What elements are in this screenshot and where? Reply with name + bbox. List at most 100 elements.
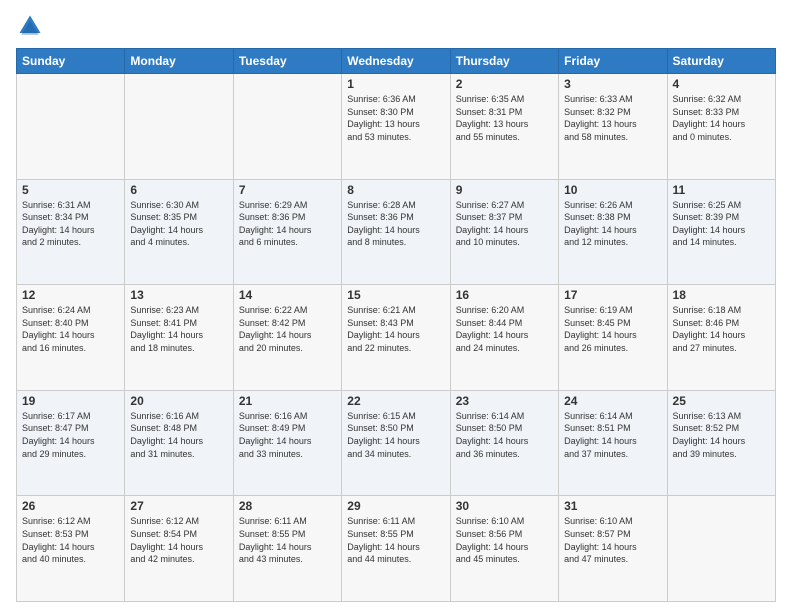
day-number: 1	[347, 77, 444, 91]
day-number: 27	[130, 499, 227, 513]
day-info: Sunrise: 6:19 AM Sunset: 8:45 PM Dayligh…	[564, 304, 661, 354]
day-number: 5	[22, 183, 119, 197]
day-number: 10	[564, 183, 661, 197]
calendar-header-wednesday: Wednesday	[342, 49, 450, 74]
day-info: Sunrise: 6:13 AM Sunset: 8:52 PM Dayligh…	[673, 410, 770, 460]
calendar-header-saturday: Saturday	[667, 49, 775, 74]
calendar-day: 18 Sunrise: 6:18 AM Sunset: 8:46 PM Dayli…	[667, 285, 775, 391]
day-info: Sunrise: 6:27 AM Sunset: 8:37 PM Dayligh…	[456, 199, 553, 249]
calendar-day	[233, 74, 341, 180]
calendar-day: 9 Sunrise: 6:27 AM Sunset: 8:37 PM Daylig…	[450, 179, 558, 285]
calendar-day: 5Sunrise: 6:31 AM Sunset: 8:34 PM Daylig…	[17, 179, 125, 285]
day-number: 25	[673, 394, 770, 408]
calendar-week-row: 5Sunrise: 6:31 AM Sunset: 8:34 PM Daylig…	[17, 179, 776, 285]
calendar-day: 26Sunrise: 6:12 AM Sunset: 8:53 PM Dayli…	[17, 496, 125, 602]
calendar-day: 22 Sunrise: 6:15 AM Sunset: 8:50 PM Dayli…	[342, 390, 450, 496]
day-number: 15	[347, 288, 444, 302]
day-info: Sunrise: 6:14 AM Sunset: 8:51 PM Dayligh…	[564, 410, 661, 460]
calendar-day: 8 Sunrise: 6:28 AM Sunset: 8:36 PM Daylig…	[342, 179, 450, 285]
day-info: Sunrise: 6:23 AM Sunset: 8:41 PM Dayligh…	[130, 304, 227, 354]
day-number: 20	[130, 394, 227, 408]
calendar-day: 20 Sunrise: 6:16 AM Sunset: 8:48 PM Dayli…	[125, 390, 233, 496]
calendar-day	[17, 74, 125, 180]
day-info: Sunrise: 6:33 AM Sunset: 8:32 PM Dayligh…	[564, 93, 661, 143]
day-info: Sunrise: 6:24 AM Sunset: 8:40 PM Dayligh…	[22, 304, 119, 354]
calendar-day: 2 Sunrise: 6:35 AM Sunset: 8:31 PM Daylig…	[450, 74, 558, 180]
calendar-day: 31Sunrise: 6:10 AM Sunset: 8:57 PM Dayli…	[559, 496, 667, 602]
calendar-header-friday: Friday	[559, 49, 667, 74]
day-info: Sunrise: 6:35 AM Sunset: 8:31 PM Dayligh…	[456, 93, 553, 143]
page: SundayMondayTuesdayWednesdayThursdayFrid…	[0, 0, 792, 612]
day-info: Sunrise: 6:16 AM Sunset: 8:48 PM Dayligh…	[130, 410, 227, 460]
calendar-day: 17 Sunrise: 6:19 AM Sunset: 8:45 PM Dayli…	[559, 285, 667, 391]
day-info: Sunrise: 6:22 AM Sunset: 8:42 PM Dayligh…	[239, 304, 336, 354]
calendar-header-monday: Monday	[125, 49, 233, 74]
day-number: 2	[456, 77, 553, 91]
calendar-day: 21 Sunrise: 6:16 AM Sunset: 8:49 PM Dayli…	[233, 390, 341, 496]
day-info: Sunrise: 6:29 AM Sunset: 8:36 PM Dayligh…	[239, 199, 336, 249]
day-info: Sunrise: 6:12 AM Sunset: 8:54 PM Dayligh…	[130, 515, 227, 565]
calendar-day: 27 Sunrise: 6:12 AM Sunset: 8:54 PM Dayli…	[125, 496, 233, 602]
calendar-week-row: 12Sunrise: 6:24 AM Sunset: 8:40 PM Dayli…	[17, 285, 776, 391]
calendar-day: 7 Sunrise: 6:29 AM Sunset: 8:36 PM Daylig…	[233, 179, 341, 285]
day-number: 19	[22, 394, 119, 408]
day-number: 24	[564, 394, 661, 408]
day-info: Sunrise: 6:30 AM Sunset: 8:35 PM Dayligh…	[130, 199, 227, 249]
calendar-week-row: 26Sunrise: 6:12 AM Sunset: 8:53 PM Dayli…	[17, 496, 776, 602]
day-info: Sunrise: 6:26 AM Sunset: 8:38 PM Dayligh…	[564, 199, 661, 249]
day-number: 30	[456, 499, 553, 513]
day-number: 11	[673, 183, 770, 197]
day-number: 7	[239, 183, 336, 197]
day-number: 22	[347, 394, 444, 408]
calendar-day: 12Sunrise: 6:24 AM Sunset: 8:40 PM Dayli…	[17, 285, 125, 391]
day-number: 8	[347, 183, 444, 197]
calendar-day: 3Sunrise: 6:33 AM Sunset: 8:32 PM Daylig…	[559, 74, 667, 180]
calendar-day: 13 Sunrise: 6:23 AM Sunset: 8:41 PM Dayli…	[125, 285, 233, 391]
calendar-day: 14 Sunrise: 6:22 AM Sunset: 8:42 PM Dayli…	[233, 285, 341, 391]
day-info: Sunrise: 6:15 AM Sunset: 8:50 PM Dayligh…	[347, 410, 444, 460]
calendar-header-row: SundayMondayTuesdayWednesdayThursdayFrid…	[17, 49, 776, 74]
calendar-day: 16Sunrise: 6:20 AM Sunset: 8:44 PM Dayli…	[450, 285, 558, 391]
day-number: 13	[130, 288, 227, 302]
day-number: 28	[239, 499, 336, 513]
day-info: Sunrise: 6:11 AM Sunset: 8:55 PM Dayligh…	[347, 515, 444, 565]
day-info: Sunrise: 6:25 AM Sunset: 8:39 PM Dayligh…	[673, 199, 770, 249]
day-number: 23	[456, 394, 553, 408]
day-number: 31	[564, 499, 661, 513]
day-info: Sunrise: 6:21 AM Sunset: 8:43 PM Dayligh…	[347, 304, 444, 354]
calendar-day: 1 Sunrise: 6:36 AM Sunset: 8:30 PM Daylig…	[342, 74, 450, 180]
logo-icon	[16, 12, 44, 40]
day-number: 21	[239, 394, 336, 408]
calendar-day	[667, 496, 775, 602]
day-info: Sunrise: 6:36 AM Sunset: 8:30 PM Dayligh…	[347, 93, 444, 143]
logo	[16, 12, 48, 40]
day-info: Sunrise: 6:17 AM Sunset: 8:47 PM Dayligh…	[22, 410, 119, 460]
calendar-day: 6 Sunrise: 6:30 AM Sunset: 8:35 PM Daylig…	[125, 179, 233, 285]
day-number: 29	[347, 499, 444, 513]
day-number: 4	[673, 77, 770, 91]
day-info: Sunrise: 6:18 AM Sunset: 8:46 PM Dayligh…	[673, 304, 770, 354]
day-number: 17	[564, 288, 661, 302]
calendar-day: 24 Sunrise: 6:14 AM Sunset: 8:51 PM Dayli…	[559, 390, 667, 496]
day-number: 18	[673, 288, 770, 302]
day-number: 14	[239, 288, 336, 302]
day-info: Sunrise: 6:28 AM Sunset: 8:36 PM Dayligh…	[347, 199, 444, 249]
day-number: 26	[22, 499, 119, 513]
calendar-day: 15 Sunrise: 6:21 AM Sunset: 8:43 PM Dayli…	[342, 285, 450, 391]
calendar-header-sunday: Sunday	[17, 49, 125, 74]
header	[16, 12, 776, 40]
calendar-week-row: 19 Sunrise: 6:17 AM Sunset: 8:47 PM Dayli…	[17, 390, 776, 496]
calendar-week-row: 1 Sunrise: 6:36 AM Sunset: 8:30 PM Daylig…	[17, 74, 776, 180]
calendar-day: 30 Sunrise: 6:10 AM Sunset: 8:56 PM Dayli…	[450, 496, 558, 602]
day-number: 6	[130, 183, 227, 197]
day-info: Sunrise: 6:32 AM Sunset: 8:33 PM Dayligh…	[673, 93, 770, 143]
day-info: Sunrise: 6:11 AM Sunset: 8:55 PM Dayligh…	[239, 515, 336, 565]
calendar-day: 23Sunrise: 6:14 AM Sunset: 8:50 PM Dayli…	[450, 390, 558, 496]
calendar-day: 11 Sunrise: 6:25 AM Sunset: 8:39 PM Dayli…	[667, 179, 775, 285]
day-info: Sunrise: 6:10 AM Sunset: 8:56 PM Dayligh…	[456, 515, 553, 565]
day-info: Sunrise: 6:20 AM Sunset: 8:44 PM Dayligh…	[456, 304, 553, 354]
day-number: 9	[456, 183, 553, 197]
calendar-day: 28 Sunrise: 6:11 AM Sunset: 8:55 PM Dayli…	[233, 496, 341, 602]
calendar-day: 4 Sunrise: 6:32 AM Sunset: 8:33 PM Daylig…	[667, 74, 775, 180]
day-info: Sunrise: 6:16 AM Sunset: 8:49 PM Dayligh…	[239, 410, 336, 460]
